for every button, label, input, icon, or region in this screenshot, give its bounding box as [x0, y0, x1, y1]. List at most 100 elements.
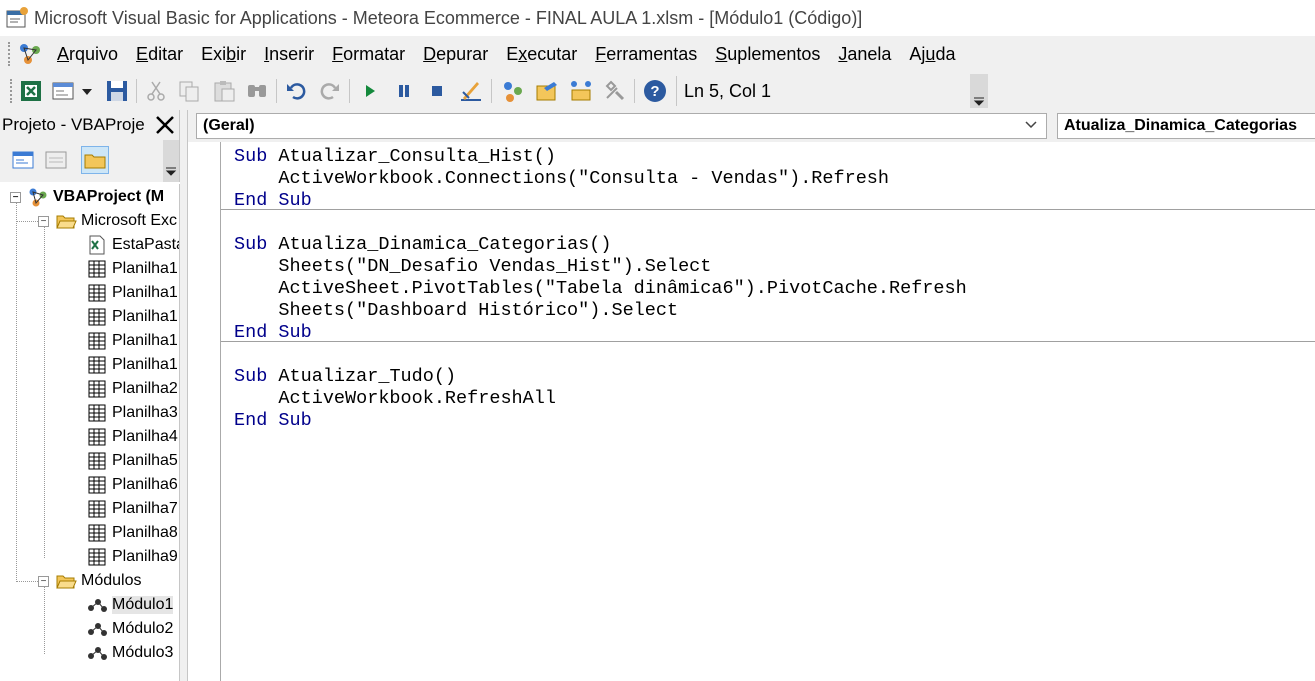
code-line[interactable]: ActiveWorkbook.Connections("Consulta - V… [234, 168, 967, 190]
code-line[interactable]: End Sub [234, 322, 967, 344]
properties-icon[interactable] [534, 78, 560, 104]
object-browser-icon[interactable] [568, 78, 594, 104]
tree-item-sheet[interactable]: Planilha5 [86, 449, 178, 473]
tree-item-sheet[interactable]: Planilha1 [86, 281, 178, 305]
menu-arquivo[interactable]: Arquivo [48, 44, 127, 65]
procedure-combobox[interactable]: Atualiza_Dinamica_Categorias [1057, 113, 1315, 139]
tree-item-label: Planilha3 [112, 404, 178, 421]
code-line[interactable]: End Sub [234, 410, 967, 432]
tree-item-sheet[interactable]: Planilha2 [86, 377, 178, 401]
menu-executar[interactable]: Executar [497, 44, 586, 65]
tree-item-module-3[interactable]: Módulo3 [86, 641, 173, 665]
project-panel-header: Projeto - VBAProje [0, 110, 180, 140]
tree-item-sheet[interactable]: Planilha1 [86, 257, 178, 281]
collapse-icon[interactable]: − [38, 575, 49, 587]
cut-icon[interactable] [143, 78, 169, 104]
code-line[interactable]: ActiveWorkbook.RefreshAll [234, 388, 967, 410]
insert-userform-icon[interactable] [50, 78, 76, 104]
menu-janela[interactable]: Janela [829, 44, 900, 65]
tree-item-label: Planilha5 [112, 452, 178, 469]
toolbar-grip[interactable] [10, 79, 13, 103]
design-mode-icon[interactable] [458, 78, 484, 104]
code-line[interactable]: Sheets("DN_Desafio Vendas_Hist").Select [234, 256, 967, 278]
tree-item-sheet[interactable]: Planilha1 [86, 329, 178, 353]
vbe-component-icon[interactable] [16, 40, 44, 68]
reset-icon[interactable] [424, 78, 450, 104]
tree-item-sheet[interactable]: Planilha3 [86, 401, 178, 425]
panel-splitter[interactable] [180, 110, 188, 681]
code-line[interactable]: Sheets("Dashboard Histórico").Select [234, 300, 967, 322]
code-line[interactable]: Sub Atualizar_Tudo() [234, 366, 967, 388]
find-icon[interactable] [244, 78, 270, 104]
code-text: Sheets("DN_Desafio Vendas_Hist").Select [234, 256, 712, 277]
standard-toolbar: ? Ln 5, Col 1 [0, 72, 1315, 111]
toolbox-icon[interactable] [602, 78, 628, 104]
tree-item-label: Módulo3 [112, 644, 174, 661]
menu-grip[interactable] [8, 42, 14, 66]
project-toolbar-scroll[interactable] [163, 140, 179, 182]
tree-item-sheet[interactable]: Planilha1 [86, 305, 178, 329]
toggle-folders-button[interactable] [81, 146, 109, 174]
collapse-icon[interactable]: − [38, 215, 49, 227]
menu-ajuda[interactable]: Ajuda [900, 44, 964, 65]
code-line[interactable]: ActiveSheet.PivotTables("Tabela dinâmica… [234, 278, 966, 300]
tree-item-sheet[interactable]: Planilha8 [86, 521, 178, 545]
undo-icon[interactable] [284, 78, 310, 104]
tree-folder-excel-objects[interactable]: − Microsoft Exc [38, 209, 177, 233]
tree-item-sheet[interactable]: Planilha4 [86, 425, 178, 449]
tree-item-sheet[interactable]: Planilha7 [86, 497, 178, 521]
menu-inserir[interactable]: Inserir [255, 44, 323, 65]
break-icon[interactable] [391, 78, 417, 104]
code-line[interactable]: Sub Atualiza_Dinamica_Categorias() [234, 234, 967, 256]
toolbar-options-button[interactable] [970, 74, 988, 108]
redo-icon[interactable] [316, 78, 342, 104]
paste-icon[interactable] [211, 78, 237, 104]
object-combobox[interactable]: (Geral) [196, 113, 1047, 139]
tree-item-sheet[interactable]: Planilha1 [86, 353, 178, 377]
code-text: Atualizar_Tudo() [278, 366, 457, 387]
view-object-icon[interactable] [42, 146, 70, 174]
menu-formatar[interactable]: Formatar [323, 44, 414, 65]
tree-item-module-2[interactable]: Módulo2 [86, 617, 173, 641]
tree-folder-modules[interactable]: − Módulos [38, 569, 141, 593]
code-editor[interactable]: Sub Atualizar_Consulta_Hist() ActiveWork… [188, 142, 1315, 681]
code-line[interactable] [234, 212, 967, 234]
tree-root-vbaproject[interactable]: − VBAProject (M [10, 185, 164, 209]
menu-exibir[interactable]: Exibir [192, 44, 255, 65]
code-keyword: Sub [234, 146, 279, 167]
view-code-icon[interactable] [9, 146, 37, 174]
collapse-icon[interactable]: − [10, 191, 21, 203]
toolbar-options-icon [973, 97, 985, 106]
help-icon[interactable]: ? [642, 78, 668, 104]
code-line[interactable] [234, 344, 967, 366]
tree-item-label: Planilha9 [112, 548, 178, 565]
tree-item-label: EstaPasta [112, 236, 180, 253]
code-text: ActiveWorkbook.RefreshAll [234, 388, 556, 409]
tree-item-label: Planilha1 [112, 308, 178, 325]
tree-item-sheet[interactable]: Planilha9 [86, 545, 178, 569]
code-window-header: (Geral) Atualiza_Dinamica_Categorias [188, 110, 1315, 142]
code-line[interactable]: End Sub [234, 190, 967, 212]
close-icon[interactable] [152, 112, 178, 138]
project-explorer-icon[interactable] [500, 78, 526, 104]
tree-item-sheet[interactable]: Planilha6 [86, 473, 178, 497]
code-margin-indicator-bar[interactable] [188, 142, 221, 681]
tree-item-module-1[interactable]: Módulo1 [86, 593, 174, 617]
dropdown-arrow-icon[interactable] [78, 78, 96, 104]
tree-item-workbook[interactable]: EstaPasta [86, 233, 180, 257]
menu-ferramentas[interactable]: Ferramentas [586, 44, 706, 65]
project-tree: − VBAProject (M − Microsoft Exc EstaPast… [0, 184, 180, 681]
excel-icon[interactable] [18, 78, 44, 104]
copy-icon[interactable] [176, 78, 202, 104]
menu-suplementos[interactable]: Suplementos [706, 44, 829, 65]
code-keyword: End Sub [234, 322, 312, 343]
worksheet-icon [88, 476, 106, 494]
worksheet-icon [88, 500, 106, 518]
code-lines[interactable]: Sub Atualizar_Consulta_Hist() ActiveWork… [234, 146, 967, 432]
menu-editar[interactable]: Editar [127, 44, 192, 65]
save-icon[interactable] [104, 78, 130, 104]
code-line[interactable]: Sub Atualizar_Consulta_Hist() [234, 146, 967, 168]
menu-depurar[interactable]: Depurar [414, 44, 497, 65]
worksheet-icon [88, 356, 106, 374]
run-icon[interactable] [357, 78, 383, 104]
